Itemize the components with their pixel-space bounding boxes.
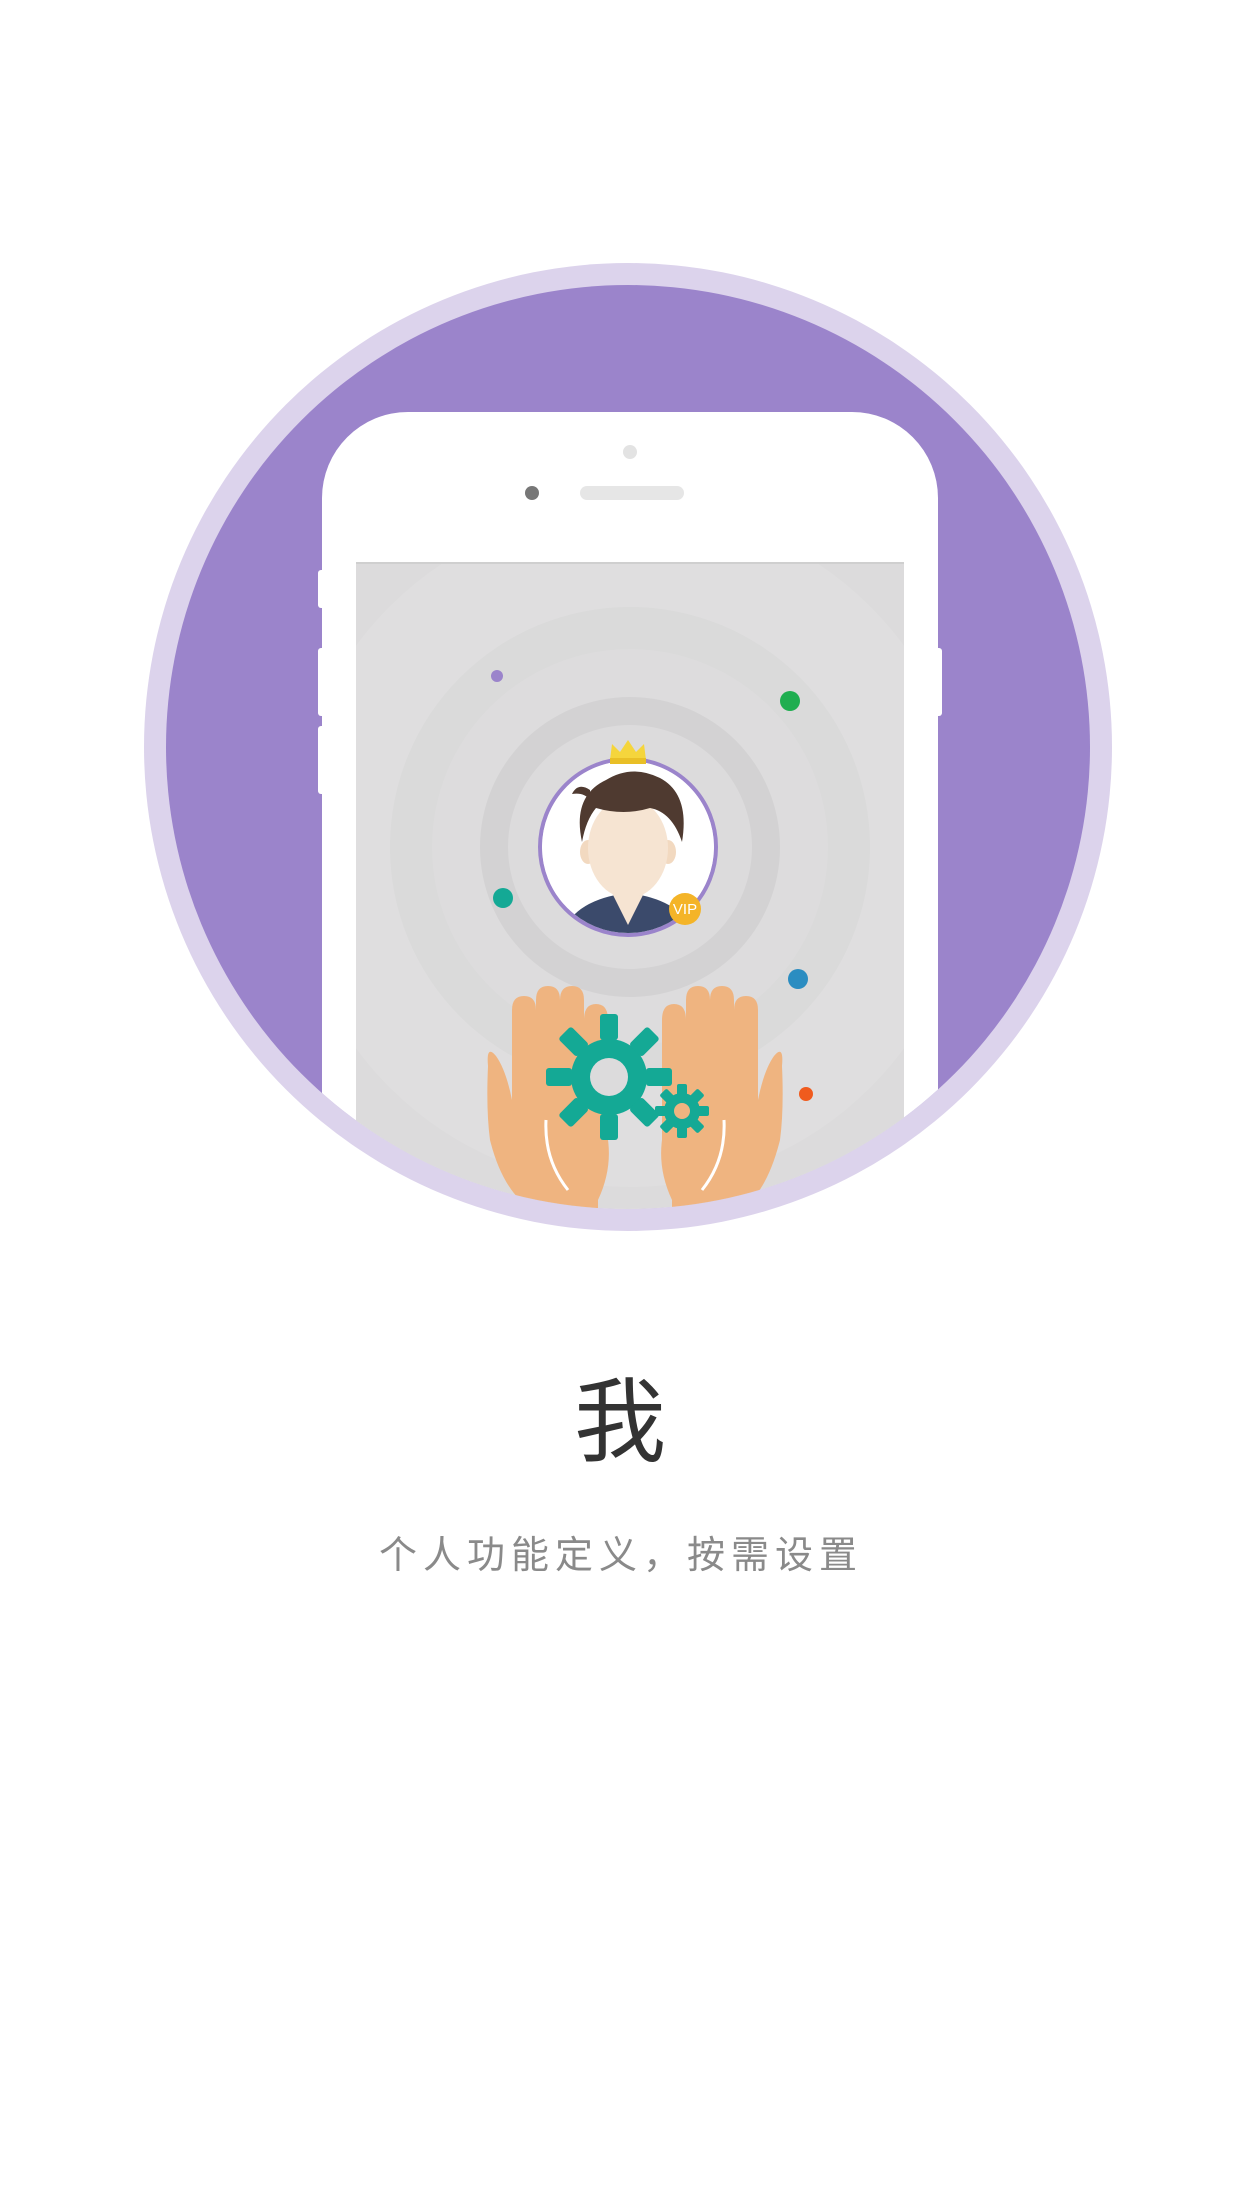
vip-badge-label: VIP bbox=[673, 901, 697, 918]
small-gear-icon bbox=[655, 1084, 709, 1138]
page-subtitle: 个人功能定义，按需设置 bbox=[378, 1533, 863, 1577]
confetti-dot bbox=[788, 969, 808, 989]
confetti-dot bbox=[799, 1087, 813, 1101]
page-title: 我 bbox=[573, 1369, 668, 1476]
confetti-dot bbox=[493, 888, 513, 908]
vip-badge-icon: VIP bbox=[669, 893, 701, 925]
confetti-dot bbox=[780, 691, 800, 711]
guide-illustration: VIP bbox=[144, 263, 1112, 1231]
gear-icon bbox=[546, 1014, 672, 1140]
guide-screen: VIP 我 个人功能定义，按需设置 bbox=[0, 0, 1242, 2208]
confetti-dot bbox=[491, 670, 503, 682]
